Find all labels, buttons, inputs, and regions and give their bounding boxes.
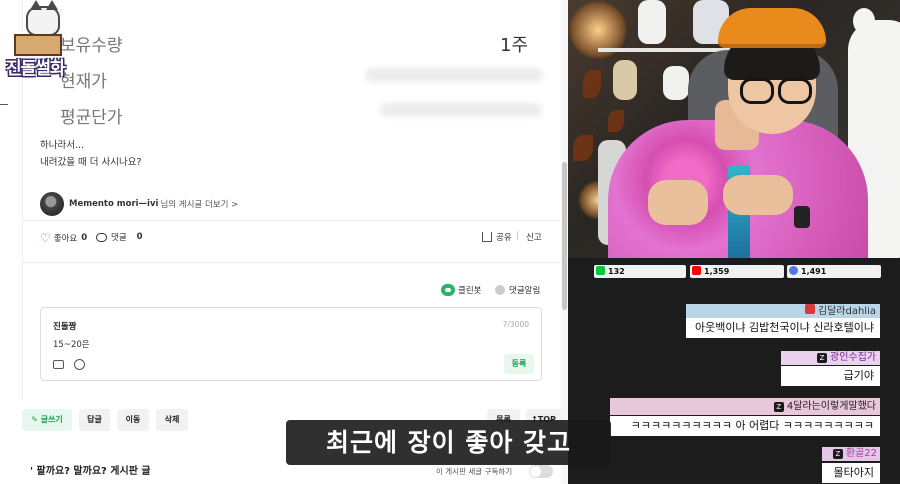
avatar[interactable] [40,192,64,216]
soop-viewers: 1,491 [787,265,881,278]
share-icon [482,232,492,242]
alarm-label: 댓글알림 [509,286,541,296]
comment-button[interactable]: 댓글 0 [96,231,143,243]
cafe-post-page: 보유수량 1주 현재가 평균단가 진돌썰화 하나라서... 내려갔을 때 더 사… [0,0,568,484]
write-label: 글쓰기 [40,415,63,424]
chat-name-1: 광인수집가 [830,352,876,363]
youtube-count: 1,359 [704,267,730,276]
cleanbot-label: 클린봇 [458,286,482,296]
badge-icon: Z [832,449,843,459]
reply-button[interactable]: 답글 [79,409,110,431]
chat-username: Z 광인수집가 [781,351,880,365]
blurred-avg-price [380,103,542,117]
webcam-feed [568,0,900,258]
youtube-icon [692,266,701,275]
badge-icon: Z [817,353,827,363]
move-button[interactable]: 이동 [117,409,149,431]
chat-name-3: 환골22 [845,448,877,459]
chzzk-viewers: 132 [594,265,686,278]
channel-logo: 진돌썰화 [6,0,68,80]
screen: 보유수량 1주 현재가 평균단가 진돌썰화 하나라서... 내려갔을 때 더 사… [0,0,900,484]
post-line-1: 하나라서... [40,140,85,151]
chat-message: ㅋㅋㅋㅋㅋㅋㅋㅋㅋㅋ 아 어렵다 ㅋㅋㅋㅋㅋㅋㅋㅋㅋ [610,416,880,436]
divider [22,262,568,263]
emoji-icon[interactable] [74,359,85,370]
submit-comment-button[interactable]: 등록 [504,354,534,374]
badge-icon [804,304,815,314]
heart-icon: ♡ [40,231,51,245]
chat-message: 급기야 [781,366,880,386]
chat-message: 몰타아지 [822,463,880,483]
soop-count: 1,491 [801,267,827,276]
chzzk-count: 132 [608,267,625,276]
cleanbot-toggle[interactable]: 클린봇 [441,284,481,296]
watch [794,206,810,228]
soop-icon [789,266,798,275]
avg-price-label: 평균단가 [60,108,123,128]
chat-username: 김달라dahlia [686,304,880,318]
share-label: 공유 [496,233,512,243]
figurine [613,60,637,100]
comment-user: 진돌짱 [53,322,77,332]
youtube-viewers: 1,359 [690,265,784,278]
quantity-label: 보유수량 [60,36,123,56]
box-icon [14,34,62,56]
report-button[interactable]: 신고 [526,231,542,243]
like-button[interactable]: ♡ 좋아요 0 [40,231,87,245]
quantity-value: 1주 [500,35,529,56]
figurine [663,66,689,100]
orange-hat [718,8,826,48]
chat-username: Z 4달라는이렇게말했다 [610,398,880,415]
chat-name-2: 4달라는이렇게말했다 [786,401,876,412]
comment-text[interactable]: 15~20은 [53,338,90,350]
chzzk-icon [596,266,605,275]
author-name[interactable]: Memento mori—ivi [69,199,158,209]
subscribe-text: 이 게시판 새글 구독하기 [436,467,513,476]
video-subtitle: 최근에 장이 좋아 갖고 [286,420,611,465]
chat-username: Z 환골22 [822,447,880,461]
share-button[interactable]: 공유 [482,231,512,243]
badge-icon: Z [773,402,784,412]
comment-alarm-toggle[interactable]: 댓글알림 [495,284,540,296]
write-button[interactable]: ✎ 글쓰기 [22,409,72,431]
post-line-2: 내려갔을 때 더 사시나요? [40,157,142,168]
author-row[interactable]: Memento mori—ivi 님의 게시글 더보기 > [40,192,238,216]
hand [648,180,708,225]
camera-icon[interactable] [53,360,64,369]
board-title[interactable]: ' 팔까요? 말까요? 게시판 글 [30,462,151,477]
comment-bubble-icon [96,232,107,242]
like-count: 0 [81,233,88,243]
chat-message: 아웃백이냐 김밥천국이냐 신라호텔이냐 [686,318,880,338]
scrollbar-thumb[interactable] [562,162,567,310]
divider [22,220,568,221]
side-dash [0,104,8,105]
blurred-current-price [365,68,543,82]
cat-mascot-icon [26,0,60,36]
comment-label: 댓글 [111,233,127,243]
cleanbot-icon [441,284,455,296]
chat-name-0: 김달라dahlia [817,306,876,317]
logo-text: 진돌썰화 [6,59,66,79]
author-more-link[interactable]: 님의 게시글 더보기 > [160,198,238,210]
hand [723,175,793,215]
glasses-icon [740,78,774,104]
comment-input-box[interactable]: 진돌짱 7/3000 15~20은 등록 [40,307,542,381]
bell-icon [495,285,505,295]
delete-button[interactable]: 삭제 [156,409,188,431]
like-label: 좋아요 [53,234,78,244]
subscribe-toggle[interactable] [529,465,553,478]
figurine [638,0,666,44]
char-count: 7/3000 [502,320,529,329]
comment-count: 0 [136,232,143,242]
board-title-text: 팔까요? 말까요? 게시판 글 [36,466,151,477]
